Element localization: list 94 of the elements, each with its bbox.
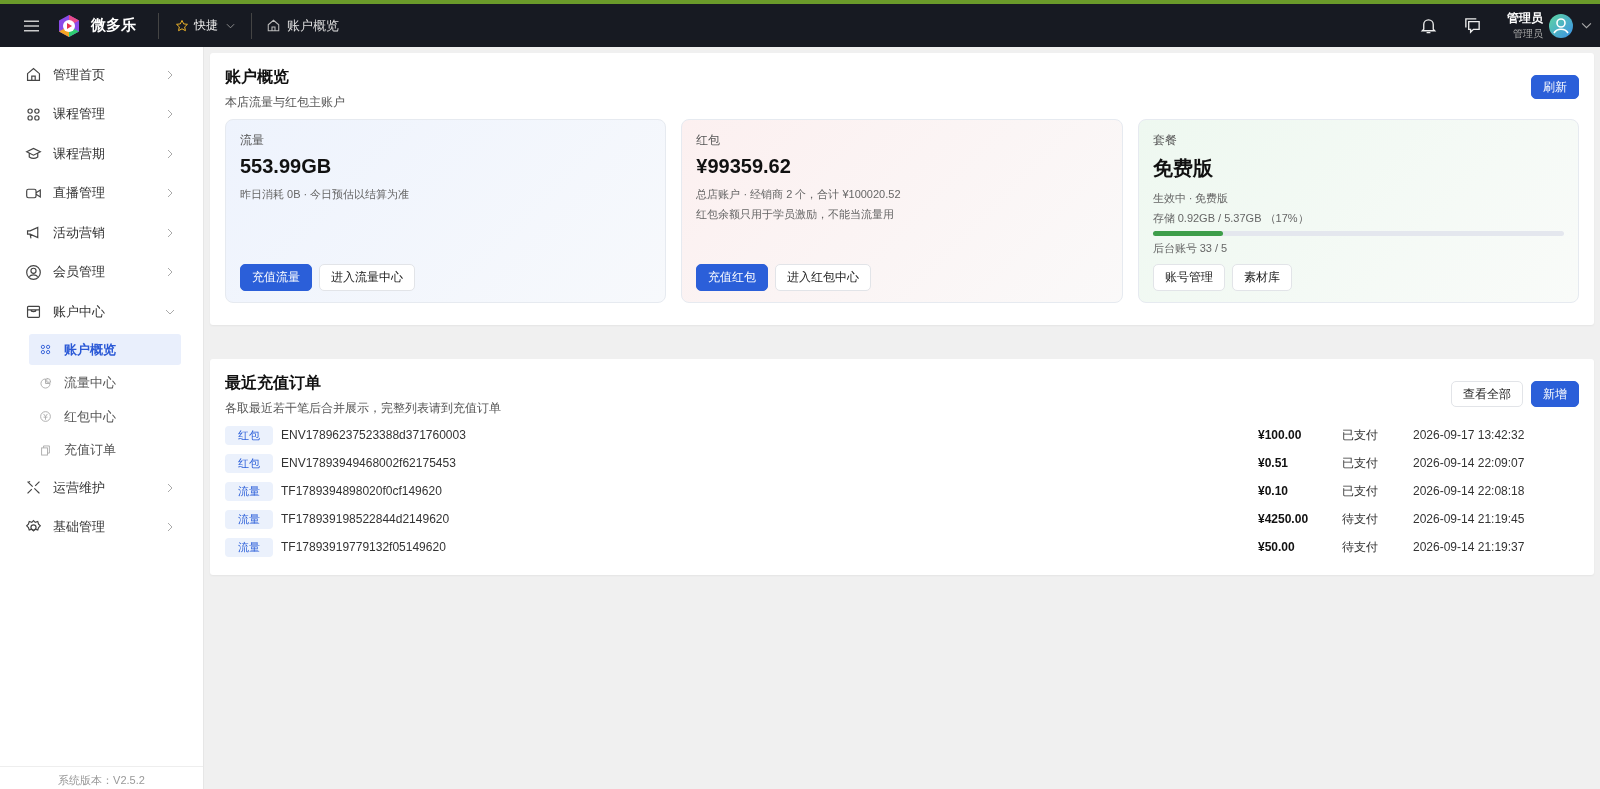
view-all-button[interactable]: 查看全部 [1451, 381, 1523, 407]
sidebar-item[interactable]: 直播管理 [0, 173, 203, 213]
order-time: 2026-09-14 21:19:45 [1413, 512, 1526, 526]
type-tag: 流量 [225, 509, 273, 529]
panel-subtitle: 各取最近若干笔后合并展示，完整列表请到充值订单 [225, 400, 501, 417]
order-status: 待支付 [1342, 538, 1379, 556]
chevron-icon [165, 227, 175, 238]
logo-icon [57, 13, 81, 38]
order-amount: ¥0.10 [1258, 484, 1290, 498]
card-button[interactable]: 充值流量 [240, 264, 312, 291]
order-time: 2026-09-14 22:08:18 [1413, 484, 1526, 498]
type-tag: 流量 [225, 481, 273, 501]
card-value: ¥99359.62 [696, 155, 792, 178]
brand-name: 微多乐 [91, 16, 136, 35]
order-status: 待支付 [1342, 510, 1379, 528]
card-note: 昨日消耗 0B · 今日预估以结算为准 [240, 187, 411, 202]
card-note: 总店账户 · 经销商 2 个，合计 ¥100020.52 [696, 187, 902, 202]
type-tag: 红包 [225, 425, 273, 445]
sidebar-subitem[interactable]: 账户概览 [29, 334, 181, 365]
chevron-icon [165, 482, 175, 493]
panel-subtitle: 本店流量与红包主账户 [225, 94, 345, 111]
order-id: TF1789394898020f0cf149620 [281, 484, 443, 498]
wallet-icon [25, 303, 42, 321]
chevron-icon [165, 109, 175, 120]
order-status: 已支付 [1342, 454, 1379, 472]
chevron-icon [165, 188, 175, 199]
order-time: 2026-09-14 22:09:07 [1413, 456, 1526, 470]
user-name: 管理员 [1507, 10, 1543, 27]
bell-icon[interactable] [1419, 16, 1438, 35]
sidebar-subitem[interactable]: 红包中心 [29, 401, 181, 432]
star-icon [175, 18, 189, 33]
order-amount: ¥50.00 [1258, 540, 1296, 554]
card-button[interactable]: 进入流量中心 [319, 264, 415, 291]
sidebar-item[interactable]: 运营维护 [0, 468, 203, 508]
order-id: ENV17896237523388d371760003 [281, 428, 467, 442]
chevron-icon [165, 69, 175, 80]
order-amount: ¥100.00 [1258, 428, 1303, 442]
version-text: 系统版本：V2.5.2 [0, 766, 203, 789]
order-id: ENV17893949468002f62175453 [281, 456, 457, 470]
avatar-icon[interactable] [1549, 13, 1573, 38]
grid-icon [39, 343, 52, 356]
sidebar-item[interactable]: 活动营销 [0, 213, 203, 253]
order-amount: ¥4250.00 [1258, 512, 1310, 526]
home-icon [25, 66, 42, 84]
user-role: 管理员 [1513, 27, 1543, 41]
quick-menu[interactable]: 快捷 [167, 13, 243, 38]
type-tag: 红包 [225, 453, 273, 473]
order-id: TF178939198522844d2149620 [281, 512, 451, 526]
user-icon [25, 263, 42, 281]
caret-icon[interactable] [1581, 22, 1592, 29]
sidebar-item[interactable]: 课程营期 [0, 134, 203, 174]
sidebar-subitem[interactable]: 充值订单 [29, 434, 181, 466]
chevron-icon [165, 522, 175, 533]
order-id: TF17893919779132f05149620 [281, 540, 447, 554]
sidebar-item[interactable]: 会员管理 [0, 252, 203, 292]
documents-icon [39, 443, 52, 457]
order-status: 已支付 [1342, 482, 1379, 500]
pie-chart-icon [39, 376, 52, 390]
breadcrumb[interactable]: 账户概览 [287, 16, 339, 35]
sidebar-item[interactable]: 课程管理 [0, 94, 203, 134]
card-label: 流量 [240, 132, 265, 149]
order-status: 已支付 [1342, 426, 1379, 444]
refresh-button[interactable]: 刷新 [1531, 75, 1579, 99]
card-button[interactable]: 账号管理 [1152, 264, 1225, 291]
order-amount: ¥0.51 [1258, 456, 1290, 470]
chevron-icon [165, 148, 175, 159]
card-button[interactable]: 进入红包中心 [775, 264, 872, 291]
card-label: 套餐 [1152, 132, 1178, 149]
type-tag: 流量 [225, 537, 273, 557]
chevron-icon [165, 267, 175, 278]
card-note: 后台账号 33 / 5 [1152, 241, 1229, 256]
menu-icon[interactable] [24, 19, 39, 32]
card-note: 红包余额只用于学员激励，不能当流量用 [696, 207, 896, 222]
sidebar-item[interactable]: 基础管理 [0, 507, 203, 547]
card-value: 553.99GB [240, 155, 333, 178]
order-time: 2026-09-17 13:42:32 [1413, 428, 1526, 442]
grid-icon [25, 105, 42, 123]
card-note: 存储 0.92GB / 5.37GB （17%） [1152, 211, 1310, 226]
chat-icon[interactable] [1463, 16, 1482, 35]
sidebar-item[interactable]: 账户中心 [0, 292, 203, 332]
order-time: 2026-09-14 21:19:37 [1413, 540, 1526, 554]
card-button[interactable]: 充值红包 [696, 264, 769, 291]
card-label: 红包 [696, 132, 722, 149]
panel-title: 最近充值订单 [225, 373, 322, 393]
card-note: 生效中 · 免费版 [1152, 191, 1230, 206]
card-button[interactable]: 素材库 [1231, 264, 1292, 291]
sidebar-subitem[interactable]: 流量中心 [29, 367, 181, 399]
panel-title: 账户概览 [225, 67, 290, 87]
home-icon [266, 18, 281, 33]
add-button[interactable]: 新增 [1531, 381, 1579, 407]
sidebar-item[interactable]: 管理首页 [0, 55, 203, 95]
caret-icon [226, 22, 235, 29]
card-value: 免费版 [1152, 156, 1214, 181]
yen-icon [39, 410, 52, 423]
